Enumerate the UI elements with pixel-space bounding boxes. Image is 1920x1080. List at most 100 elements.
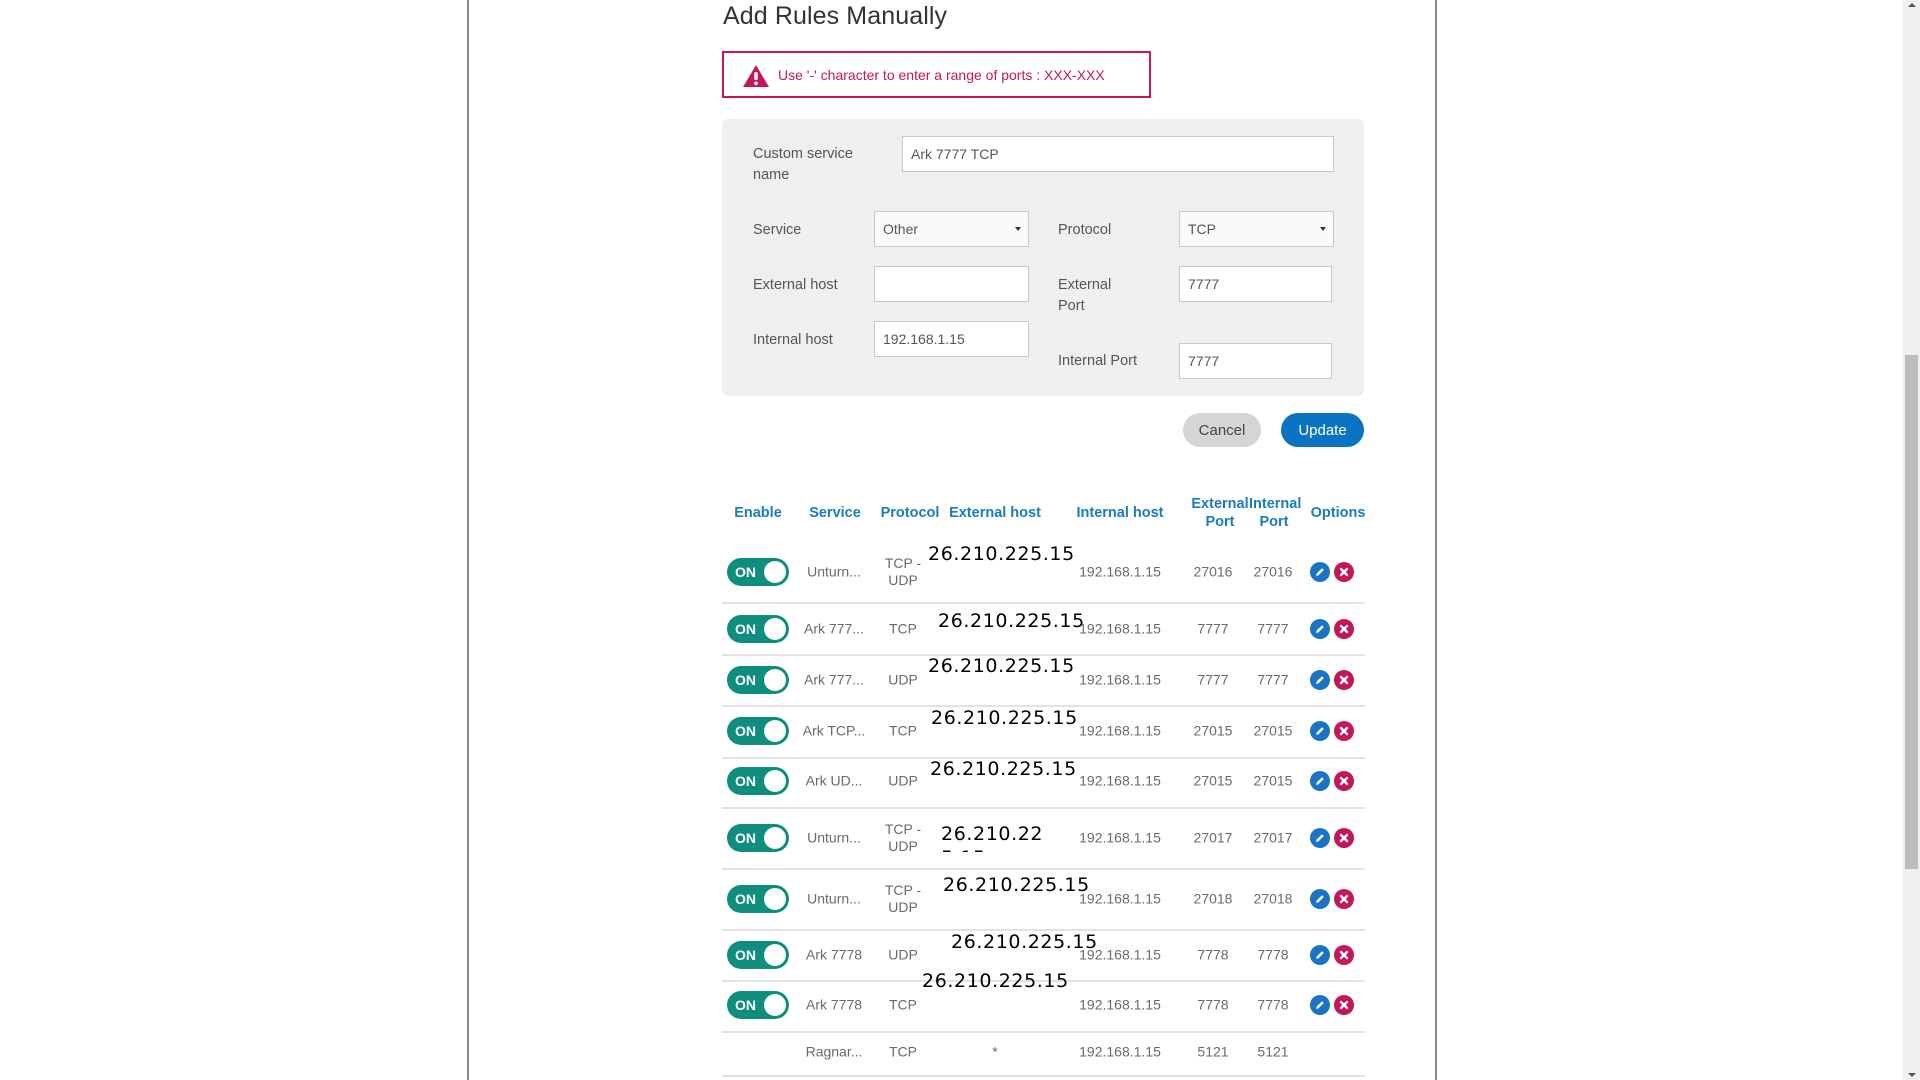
- external-host-input[interactable]: [874, 266, 1029, 302]
- pencil-icon: [1316, 951, 1324, 959]
- pencil-icon: [1316, 834, 1324, 842]
- column-header-options: Options: [1310, 505, 1366, 521]
- external-port-cell: 7777: [1197, 620, 1229, 637]
- enable-toggle[interactable]: ON: [727, 824, 789, 852]
- delete-button[interactable]: [1334, 771, 1354, 791]
- internal-port-cell: 7777: [1257, 671, 1289, 688]
- protocol-line: TCP: [889, 1043, 917, 1060]
- external-host-cell: 26.210.225.15: [943, 874, 1090, 896]
- column-header-internal-port: Internal Port: [1249, 495, 1301, 531]
- enable-toggle[interactable]: ON: [727, 941, 789, 969]
- toggle-knob: [764, 720, 786, 742]
- header-line: Port: [1205, 514, 1235, 530]
- edit-button[interactable]: [1310, 828, 1330, 848]
- external-port-cell: 27016: [1193, 563, 1233, 580]
- protocol-select[interactable]: TCP: [1179, 211, 1334, 247]
- enable-toggle[interactable]: ON: [727, 615, 789, 643]
- close-icon: [1339, 567, 1349, 577]
- edit-button[interactable]: [1310, 562, 1330, 582]
- header-line: External: [1191, 496, 1249, 512]
- external-port-input[interactable]: 7777: [1179, 266, 1332, 302]
- delete-button[interactable]: [1334, 889, 1354, 909]
- close-icon: [1339, 624, 1349, 634]
- page-title: Add Rules Manually: [723, 2, 948, 30]
- delete-button[interactable]: [1334, 721, 1354, 741]
- delete-button[interactable]: [1334, 619, 1354, 639]
- edit-button[interactable]: [1310, 889, 1330, 909]
- custom-service-name-input[interactable]: Ark 7777 TCP: [902, 136, 1334, 172]
- protocol-line: TCP -: [884, 555, 922, 571]
- internal-host-input[interactable]: 192.168.1.15: [874, 321, 1029, 357]
- alert-message: Use '-' character to enter a range of po…: [778, 67, 1105, 83]
- edit-button[interactable]: [1310, 945, 1330, 965]
- enable-toggle[interactable]: ON: [727, 717, 789, 745]
- toggle-knob: [764, 888, 786, 910]
- close-icon: [1339, 776, 1349, 786]
- service-cell: Ragnar...: [805, 1043, 863, 1060]
- scrollbar-thumb[interactable]: [1905, 355, 1918, 869]
- internal-host-cell: 192.168.1.15: [1079, 722, 1161, 739]
- close-icon: [1339, 894, 1349, 904]
- external-port-cell: 27018: [1193, 890, 1233, 907]
- update-button[interactable]: Update: [1281, 413, 1364, 447]
- cancel-button[interactable]: Cancel: [1183, 413, 1261, 447]
- edit-button[interactable]: [1310, 619, 1330, 639]
- service-select[interactable]: Other: [874, 211, 1029, 247]
- enable-toggle[interactable]: ON: [727, 558, 789, 586]
- delete-button[interactable]: [1334, 670, 1354, 690]
- close-icon: [1339, 833, 1349, 843]
- row-divider: [722, 807, 1365, 809]
- delete-button[interactable]: [1334, 995, 1354, 1015]
- delete-button[interactable]: [1334, 828, 1354, 848]
- protocol-cell: TCP - UDP: [885, 555, 921, 589]
- internal-host-cell: 192.168.1.15: [1079, 1043, 1161, 1060]
- toggle-label: ON: [735, 830, 756, 846]
- row-divider: [722, 1075, 1365, 1077]
- delete-button[interactable]: [1334, 562, 1354, 582]
- input-value: Ark 7777 TCP: [911, 146, 999, 162]
- internal-port-label: Internal Port: [1058, 353, 1137, 369]
- protocol-cell: TCP - UDP: [885, 882, 921, 916]
- protocol-cell: TCP: [889, 997, 917, 1014]
- edit-button[interactable]: [1310, 771, 1330, 791]
- column-header-external-host: External host: [949, 505, 1041, 521]
- delete-button[interactable]: [1334, 945, 1354, 965]
- protocol-line: TCP: [889, 722, 917, 739]
- protocol-line: UDP: [888, 899, 918, 915]
- scroll-up-arrow-icon[interactable]: [1908, 3, 1916, 7]
- internal-port-cell: 27018: [1253, 890, 1293, 907]
- toggle-knob: [764, 994, 786, 1016]
- row-divider: [722, 602, 1365, 604]
- toggle-label: ON: [735, 564, 756, 580]
- service-cell: Ark 777...: [804, 671, 864, 688]
- external-port-cell: 27015: [1193, 722, 1233, 739]
- enable-toggle[interactable]: ON: [727, 767, 789, 795]
- internal-port-input[interactable]: 7777: [1179, 343, 1332, 379]
- service-cell: Ark TCP...: [802, 722, 866, 739]
- scroll-down-arrow-icon[interactable]: [1908, 1073, 1916, 1077]
- edit-button[interactable]: [1310, 721, 1330, 741]
- internal-host-cell: 192.168.1.15: [1079, 671, 1161, 688]
- column-header-external-port: External Port: [1190, 495, 1250, 531]
- external-port-label: External Port: [1058, 275, 1111, 317]
- internal-port-cell: 27017: [1253, 829, 1293, 846]
- service-cell: Unturn...: [807, 829, 861, 846]
- external-port-cell: 27017: [1193, 829, 1233, 846]
- enable-toggle[interactable]: ON: [727, 991, 789, 1019]
- protocol-cell: TCP: [889, 723, 917, 740]
- row-divider: [722, 868, 1365, 870]
- toggle-knob: [764, 770, 786, 792]
- warning-triangle-icon: [743, 65, 769, 87]
- input-value: 7777: [1188, 353, 1220, 369]
- edit-button[interactable]: [1310, 670, 1330, 690]
- enable-toggle[interactable]: ON: [727, 885, 789, 913]
- external-host-label: External host: [753, 277, 838, 293]
- enable-toggle[interactable]: ON: [727, 666, 789, 694]
- vertical-scrollbar[interactable]: [1903, 0, 1920, 1080]
- header-line: Port: [1259, 514, 1289, 530]
- column-header-enable: Enable: [734, 505, 782, 521]
- external-port-cell: 7778: [1197, 946, 1229, 963]
- internal-host-cell: 192.168.1.15: [1079, 620, 1161, 637]
- edit-button[interactable]: [1310, 995, 1330, 1015]
- toggle-label: ON: [735, 723, 756, 739]
